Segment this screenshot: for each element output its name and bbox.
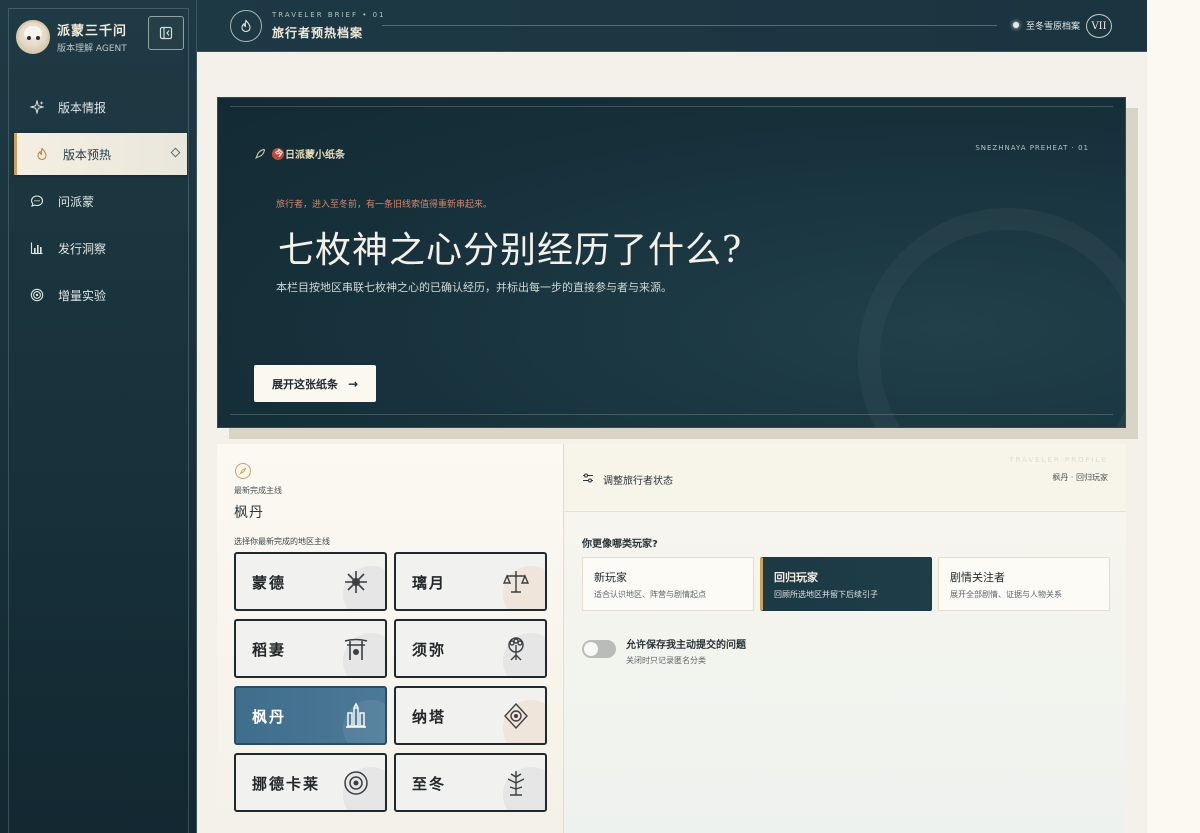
status-panel-header: TRAVELER PROFILE 调整旅行者状态 枫丹 · 回归玩家 xyxy=(565,444,1126,512)
option-desc: 展开全部剧情、证据与人物关系 xyxy=(950,590,1062,599)
brand-title: 派蒙三千问 xyxy=(57,24,128,39)
traveler-profile-watermark: TRAVELER PROFILE xyxy=(1009,456,1108,464)
sidebar-item-incremental-lab[interactable]: 增量实验 xyxy=(14,274,187,316)
expand-note-button[interactable]: 展开这张纸条 → xyxy=(254,365,376,402)
sidebar: 派蒙三千问 版本理解 AGENT 版本情报 版本预热 问派蒙 发行洞察 增量实验 xyxy=(0,0,197,833)
save-questions-toggle-row: 允许保存我主动提交的问题 关闭时只记录匿名分类 xyxy=(582,636,746,666)
toggle-desc: 关闭时只记录匿名分类 xyxy=(626,656,706,665)
option-title: 回归玩家 xyxy=(774,571,818,584)
toggle-knob xyxy=(584,642,598,656)
sliders-icon xyxy=(582,472,594,487)
hero-eyebrow: 旅行者，进入至冬前，有一条旧线索值得重新串起来。 xyxy=(276,200,493,210)
arrow-right-icon: → xyxy=(347,376,359,391)
region-panel: 最新完成主线 枫丹 选择你最新完成的地区主线 蒙德 璃月 稻妻 须弥 枫丹 纳塔… xyxy=(217,444,564,833)
region-name: 稻妻 xyxy=(252,641,287,659)
hero-decor-ring xyxy=(858,208,1125,427)
status-panel-subtitle: 枫丹 · 回归玩家 xyxy=(1052,473,1108,482)
status-panel-title-text: 调整旅行者状态 xyxy=(603,476,673,487)
region-tile-natlan[interactable]: 纳塔 xyxy=(394,686,547,745)
sidebar-item-label: 版本预热 xyxy=(63,147,112,162)
paimon-avatar xyxy=(16,20,50,54)
hero-card: 今 日派蒙小纸条 SNEZHNAYA PREHEAT · 01 旅行者，进入至冬… xyxy=(217,97,1126,428)
region-name: 挪德卡莱 xyxy=(252,775,321,793)
hero-code: SNEZHNAYA PREHEAT · 01 xyxy=(975,144,1089,152)
flame-icon xyxy=(241,19,251,33)
hero-title: 七枚神之心分别经历了什么? xyxy=(278,230,743,271)
region-tile-nod-krai[interactable]: 挪德卡莱 xyxy=(234,753,387,812)
latest-mainline-label: 最新完成主线 xyxy=(234,486,282,495)
save-questions-toggle[interactable] xyxy=(582,640,616,658)
region-name: 须弥 xyxy=(412,641,447,659)
expand-note-label: 展开这张纸条 xyxy=(271,377,338,391)
brand-subtitle: 版本理解 AGENT xyxy=(57,44,127,54)
sidebar-item-version-preheat[interactable]: 版本预热 xyxy=(14,133,187,175)
region-tile-snezhnaya[interactable]: 至冬 xyxy=(394,753,547,812)
status-dot-icon xyxy=(1013,22,1019,28)
sparkle-icon xyxy=(30,100,44,114)
region-name: 至冬 xyxy=(412,775,447,793)
top-header: TRAVELER BRIEF • 01 旅行者预热档案 至冬雪原档案 VII xyxy=(197,0,1147,52)
toggle-title: 允许保存我主动提交的问题 xyxy=(626,640,746,651)
sumeru-emblem-icon xyxy=(501,634,531,664)
option-returning-player[interactable]: 回归玩家 回顾所选地区并留下后续引子 xyxy=(760,557,932,611)
hero-top-rule xyxy=(230,106,1113,107)
snezhnaya-emblem-icon xyxy=(501,768,531,798)
collapse-sidebar-button[interactable] xyxy=(148,16,184,50)
region-tile-sumeru[interactable]: 须弥 xyxy=(394,619,547,678)
mondstadt-emblem-icon xyxy=(341,567,371,597)
sidebar-item-release-insight[interactable]: 发行洞察 xyxy=(14,227,187,269)
right-margin xyxy=(1147,0,1200,833)
version-badge: VII xyxy=(1086,14,1112,38)
player-type-question: 你更像哪类玩家? xyxy=(582,539,658,550)
option-desc: 适合认识地区、阵营与剧情起点 xyxy=(594,590,706,599)
fontaine-emblem-icon xyxy=(341,701,371,731)
traveler-status-panel: TRAVELER PROFILE 调整旅行者状态 枫丹 · 回归玩家 你更像哪类… xyxy=(565,444,1126,833)
inazuma-emblem-icon xyxy=(341,634,371,664)
hero-note-char: 今 xyxy=(275,149,283,158)
header-divider xyxy=(382,25,997,26)
feather-quill-icon xyxy=(255,148,265,159)
active-diamond-icon xyxy=(170,147,181,158)
region-select-hint: 选择你最新完成的地区主线 xyxy=(234,537,330,546)
target-icon xyxy=(30,288,44,302)
option-title: 新玩家 xyxy=(594,571,627,584)
sidebar-item-label: 问派蒙 xyxy=(58,194,95,209)
hero-description: 本栏目按地区串联七枚神之心的已确认经历，并标出每一步的直接参与者与来源。 xyxy=(276,281,672,294)
nod-krai-emblem-icon xyxy=(341,768,371,798)
region-name: 蒙德 xyxy=(252,574,287,592)
collapse-panel-icon xyxy=(159,26,173,40)
sidebar-nav: 版本情报 版本预热 问派蒙 发行洞察 增量实验 xyxy=(14,86,187,321)
natlan-emblem-icon xyxy=(501,701,531,731)
page-title: 旅行者预热档案 xyxy=(272,26,364,40)
flame-icon xyxy=(35,147,49,161)
sidebar-item-label: 增量实验 xyxy=(58,288,107,303)
hero-note-text: 日派蒙小纸条 xyxy=(285,150,345,161)
region-tile-inazuma[interactable]: 稻妻 xyxy=(234,619,387,678)
region-name: 璃月 xyxy=(412,574,447,592)
latest-mainline-value: 枫丹 xyxy=(234,505,264,521)
sidebar-item-label: 发行洞察 xyxy=(58,241,107,256)
brand: 派蒙三千问 版本理解 AGENT xyxy=(16,20,127,54)
sidebar-item-version-intel[interactable]: 版本情报 xyxy=(14,86,187,128)
region-tile-fontaine[interactable]: 枫丹 xyxy=(234,686,387,745)
hero-note-label: 今 日派蒙小纸条 xyxy=(254,146,345,161)
chat-bubble-icon xyxy=(30,194,44,208)
bar-chart-icon xyxy=(30,241,44,255)
status-panel-title: 调整旅行者状态 xyxy=(582,472,673,487)
region-tile-liyue[interactable]: 璃月 xyxy=(394,552,547,611)
region-name: 纳塔 xyxy=(412,708,447,726)
header-eyebrow: TRAVELER BRIEF • 01 xyxy=(272,11,386,19)
sidebar-item-label: 版本情报 xyxy=(58,100,107,115)
header-status: 至冬雪原档案 xyxy=(1026,22,1081,32)
option-desc: 回顾所选地区并留下后续引子 xyxy=(774,590,878,599)
option-new-player[interactable]: 新玩家 适合认识地区、阵营与剧情起点 xyxy=(582,557,754,611)
sidebar-item-ask-paimon[interactable]: 问派蒙 xyxy=(14,180,187,222)
option-title: 剧情关注者 xyxy=(950,571,1005,584)
header-flame-badge xyxy=(230,10,262,42)
region-tile-mondstadt[interactable]: 蒙德 xyxy=(234,552,387,611)
liyue-emblem-icon xyxy=(501,567,531,597)
compass-icon xyxy=(235,463,251,479)
option-story-follower[interactable]: 剧情关注者 展开全部剧情、证据与人物关系 xyxy=(938,557,1110,611)
region-name: 枫丹 xyxy=(252,708,287,726)
